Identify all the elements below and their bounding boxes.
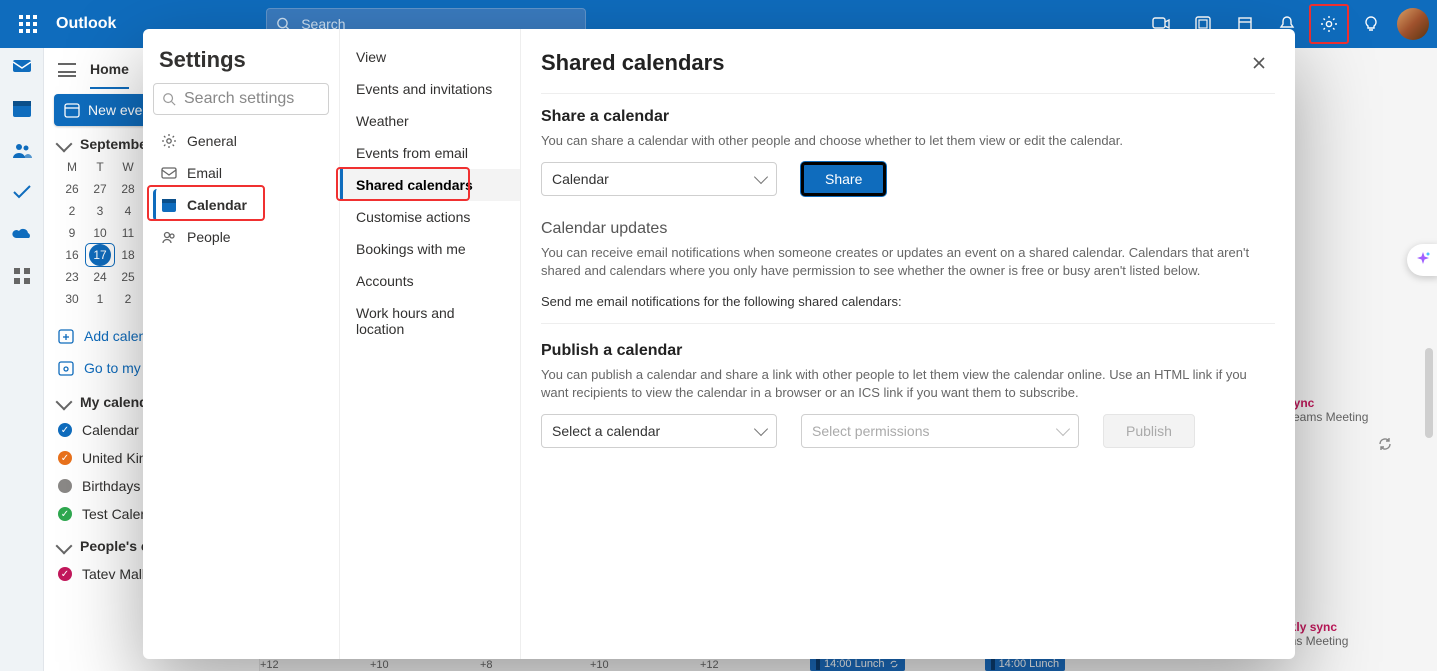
settings-title: Settings — [153, 43, 329, 83]
people-module-icon[interactable] — [10, 138, 34, 162]
modal-overlay: Settings Search settings General Email C… — [0, 0, 1437, 671]
copilot-fab-icon[interactable] — [1407, 244, 1437, 276]
left-rail — [0, 48, 44, 671]
publish-calendar-select[interactable]: Select a calendar — [541, 414, 777, 448]
calendar-plus-icon — [64, 102, 80, 118]
subnav-shared-calendars[interactable]: Shared calendars — [340, 169, 520, 201]
subnav-bookings[interactable]: Bookings with me — [340, 233, 520, 265]
mini-calendar-day[interactable]: 28 — [114, 178, 142, 200]
mini-calendar-day[interactable]: 30 — [58, 288, 86, 310]
mini-calendar-day[interactable]: 25 — [114, 266, 142, 288]
mini-calendar-day[interactable]: 2 — [58, 200, 86, 222]
mini-calendar-day[interactable]: 11 — [114, 222, 142, 244]
calendar-icon — [161, 197, 177, 213]
calendar-module-icon[interactable] — [10, 96, 34, 120]
updates-section-desc: You can receive email notifications when… — [541, 244, 1275, 280]
account-avatar[interactable] — [1397, 8, 1429, 40]
chevron-down-icon — [754, 422, 768, 436]
chevron-down-icon — [56, 136, 73, 153]
mini-calendar-day[interactable]: 23 — [58, 266, 86, 288]
share-section-desc: You can share a calendar with other peop… — [541, 132, 1275, 150]
mini-calendar-day[interactable]: 10 — [86, 222, 114, 244]
subnav-accounts[interactable]: Accounts — [340, 265, 520, 297]
settings-modal: Settings Search settings General Email C… — [143, 29, 1295, 659]
mini-calendar-day[interactable]: 17 — [86, 244, 114, 266]
mini-calendar-day[interactable]: 3 — [86, 200, 114, 222]
category-people[interactable]: People — [153, 221, 329, 253]
category-general[interactable]: General — [153, 125, 329, 157]
booking-icon — [58, 360, 74, 376]
close-icon — [1251, 55, 1267, 71]
category-calendar[interactable]: Calendar — [153, 189, 329, 221]
updates-prompt: Send me email notifications for the foll… — [541, 293, 1275, 311]
publish-section-desc: You can publish a calendar and share a l… — [541, 366, 1275, 402]
search-icon — [162, 92, 176, 106]
mini-calendar-day[interactable]: 4 — [114, 200, 142, 222]
share-calendar-select[interactable]: Calendar — [541, 162, 777, 196]
brand-label[interactable]: Outlook — [56, 15, 116, 33]
mini-calendar-day[interactable]: 24 — [86, 266, 114, 288]
close-button[interactable] — [1243, 47, 1275, 79]
subnav-events-invitations[interactable]: Events and invitations — [340, 73, 520, 105]
mini-calendar-day[interactable]: 16 — [58, 244, 86, 266]
updates-section-title: Calendar updates — [541, 220, 1275, 238]
chevron-down-icon — [1056, 422, 1070, 436]
recurrence-icon — [1377, 436, 1393, 452]
share-section-title: Share a calendar — [541, 108, 1275, 126]
calendar-checkbox-icon[interactable] — [58, 451, 72, 465]
mini-calendar-day[interactable]: 18 — [114, 244, 142, 266]
scrollbar[interactable] — [1425, 348, 1433, 438]
publish-button[interactable]: Publish — [1103, 414, 1195, 448]
share-button[interactable]: Share — [801, 162, 886, 196]
calendar-item-label: Tatev Malk — [82, 566, 149, 582]
app-launcher-icon[interactable] — [8, 4, 48, 44]
calendar-checkbox-icon[interactable] — [58, 479, 72, 493]
calendar-checkbox-icon[interactable] — [58, 507, 72, 521]
mini-calendar-day[interactable]: 2 — [114, 288, 142, 310]
mail-icon — [161, 165, 177, 181]
chevron-down-icon — [754, 170, 768, 184]
lunch-chip[interactable]: 14:00 Lunch — [985, 657, 1066, 671]
onedrive-module-icon[interactable] — [10, 222, 34, 246]
panel-heading: Shared calendars — [541, 50, 724, 76]
tab-home[interactable]: Home — [90, 61, 129, 89]
category-email[interactable]: Email — [153, 157, 329, 189]
calendar-checkbox-icon[interactable] — [58, 423, 72, 437]
mini-calendar-day[interactable]: 1 — [86, 288, 114, 310]
publish-permissions-select[interactable]: Select permissions — [801, 414, 1079, 448]
divider — [541, 323, 1275, 324]
chevron-down-icon — [56, 538, 73, 555]
gear-icon — [161, 133, 177, 149]
settings-subnav: View Events and invitations Weather Even… — [340, 29, 521, 659]
lunch-chip[interactable]: 14:00 Lunch — [810, 657, 905, 671]
people-icon — [161, 229, 177, 245]
calendar-item-label: Birthdays — [82, 478, 140, 494]
mini-calendar-day[interactable]: 26 — [58, 178, 86, 200]
event-peek[interactable]: sync Teams Meeting — [1287, 396, 1417, 424]
hamburger-icon[interactable] — [58, 63, 76, 77]
calendar-checkbox-icon[interactable] — [58, 567, 72, 581]
calendar-item-label: Calendar — [82, 422, 139, 438]
subnav-view[interactable]: View — [340, 41, 520, 73]
month-label: September — [80, 136, 152, 152]
subnav-weather[interactable]: Weather — [340, 105, 520, 137]
subnav-customise-actions[interactable]: Customise actions — [340, 201, 520, 233]
calendar-add-icon — [58, 328, 74, 344]
search-settings[interactable]: Search settings — [153, 83, 329, 115]
chevron-down-icon — [56, 394, 73, 411]
mini-calendar-day[interactable]: 27 — [86, 178, 114, 200]
publish-section-title: Publish a calendar — [541, 342, 1275, 360]
subnav-work-hours[interactable]: Work hours and location — [340, 297, 520, 345]
more-apps-icon[interactable] — [10, 264, 34, 288]
recurrence-icon — [889, 659, 899, 669]
settings-panel: Shared calendars Share a calendar You ca… — [521, 29, 1295, 659]
tips-lightbulb-icon[interactable] — [1351, 4, 1391, 44]
mail-module-icon[interactable] — [10, 54, 34, 78]
todo-module-icon[interactable] — [10, 180, 34, 204]
settings-categories: Settings Search settings General Email C… — [143, 29, 340, 659]
subnav-events-from-email[interactable]: Events from email — [340, 137, 520, 169]
search-settings-placeholder: Search settings — [184, 90, 294, 108]
settings-gear-icon[interactable] — [1309, 4, 1349, 44]
mini-calendar-day[interactable]: 9 — [58, 222, 86, 244]
